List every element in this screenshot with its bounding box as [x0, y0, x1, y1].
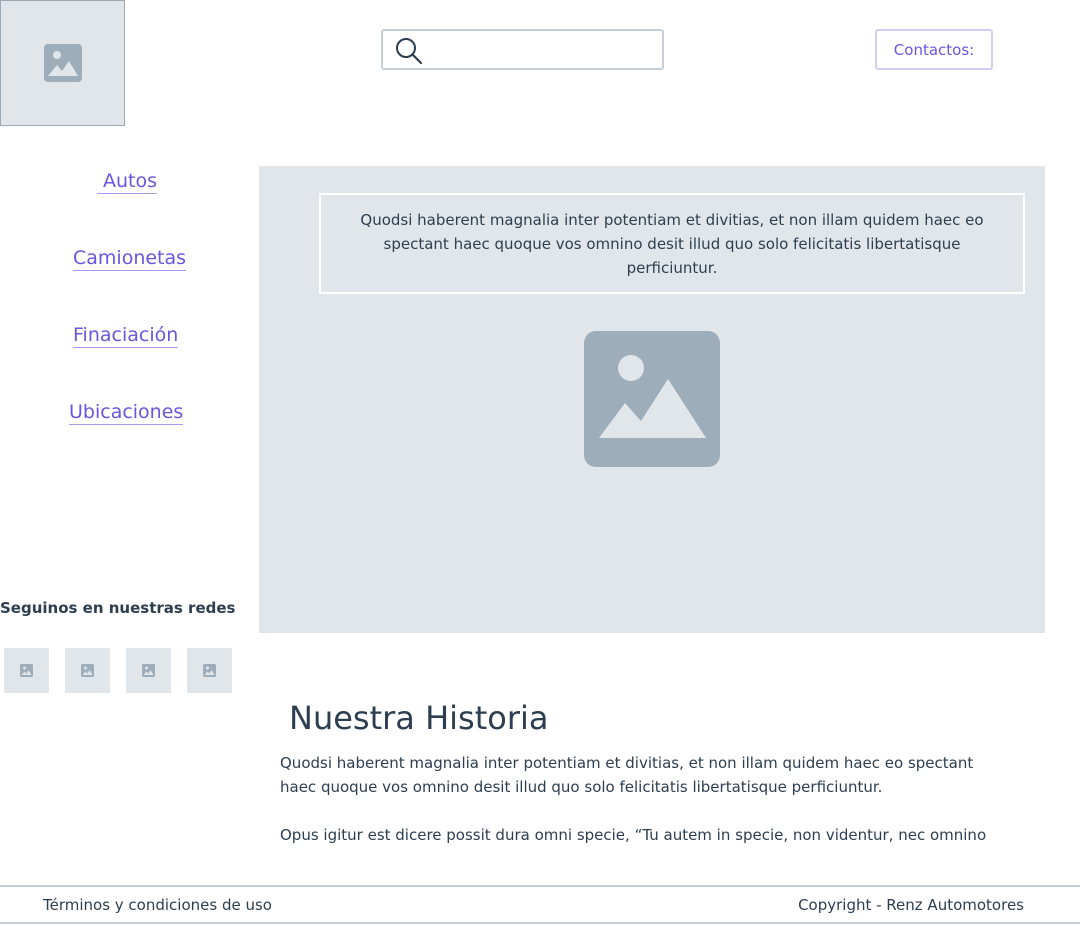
story-paragraph-2: Opus igitur est dicere possit dura omni … — [280, 826, 987, 844]
image-placeholder-icon — [142, 664, 155, 677]
story-paragraph-1: Quodsi haberent magnalia inter potentiam… — [280, 754, 974, 796]
image-placeholder-icon — [20, 664, 33, 677]
social-link-1[interactable] — [4, 648, 49, 693]
image-placeholder-icon — [43, 44, 82, 82]
contact-button[interactable]: Contactos: — [875, 29, 993, 70]
story-title: Nuestra Historia — [289, 699, 549, 737]
logo[interactable] — [0, 0, 125, 126]
hero-banner: Quodsi haberent magnalia inter potentiam… — [259, 166, 1045, 633]
nav-link-financiacion[interactable]: Finaciación — [73, 323, 179, 348]
image-placeholder-icon — [81, 664, 94, 677]
hero-caption: Quodsi haberent magnalia inter potentiam… — [319, 193, 1025, 294]
nav-link-camionetas[interactable]: Camionetas — [73, 246, 187, 271]
nav-link-ubicaciones[interactable]: Ubicaciones — [69, 400, 184, 425]
search-input[interactable] — [427, 37, 656, 63]
social-title: Seguinos en nuestras redes — [0, 599, 236, 617]
social-link-2[interactable] — [65, 648, 110, 693]
social-link-3[interactable] — [126, 648, 171, 693]
search-icon — [396, 38, 423, 65]
search-box[interactable] — [381, 29, 664, 70]
footer: Términos y condiciones de uso Copyright … — [0, 885, 1080, 924]
terms-link[interactable]: Términos y condiciones de uso — [43, 896, 272, 914]
image-placeholder-icon — [584, 331, 720, 467]
social-link-4[interactable] — [187, 648, 232, 693]
copyright-text: Copyright - Renz Automotores — [798, 896, 1024, 914]
image-placeholder-icon — [203, 664, 216, 677]
nav-link-autos[interactable]: Autos — [97, 169, 158, 194]
